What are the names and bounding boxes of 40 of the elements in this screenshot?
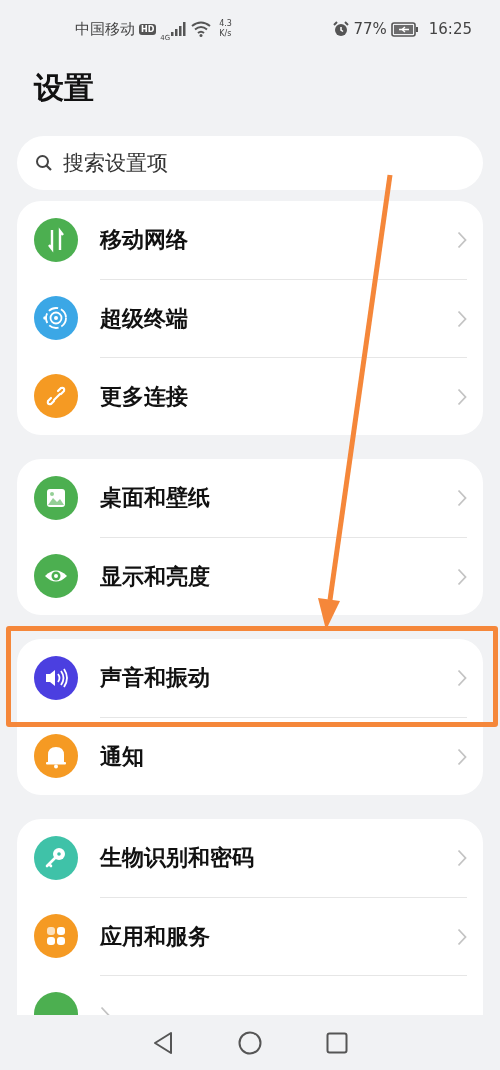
battery-percent: 77% (353, 20, 387, 38)
item-label: 移动网络 (100, 226, 188, 254)
speed-unit: K/s (219, 29, 232, 39)
back-icon[interactable] (152, 1030, 174, 1055)
hd-badge: HD (139, 23, 157, 35)
item-label: 应用和服务 (100, 922, 210, 951)
carrier-name: 中国移动 (75, 19, 135, 39)
settings-item[interactable]: 应用和服务 (17, 897, 483, 975)
settings-item[interactable]: 超级终端 (17, 279, 483, 357)
settings-item[interactable]: 移动网络 (17, 201, 483, 279)
page-title: 设置 (34, 69, 95, 107)
clock-time: 16:25 (428, 20, 472, 38)
settings-item[interactable]: 声音和振动 (17, 639, 483, 717)
chevron-icon (457, 669, 467, 687)
settings-item[interactable]: 更多连接 (17, 357, 483, 435)
item-label: 桌面和壁纸 (100, 484, 210, 512)
settings-item[interactable]: 生物识别和密码 (17, 819, 483, 897)
chevron-icon (457, 927, 467, 946)
recents-icon[interactable] (326, 1031, 348, 1054)
settings-item[interactable]: 桌面和壁纸 (17, 459, 483, 537)
item-label: 声音和振动 (100, 664, 210, 692)
chevron-icon (457, 309, 467, 328)
search-icon (35, 154, 53, 172)
chevron-icon (457, 387, 467, 406)
chevron-icon (457, 231, 467, 249)
search-field[interactable]: 搜索设置项 (17, 136, 483, 190)
chevron-icon (457, 567, 467, 586)
settings-item[interactable]: 通知 (17, 717, 483, 795)
item-label: 显示和亮度 (100, 562, 210, 591)
item-label: 更多连接 (100, 382, 188, 411)
item-label: 通知 (100, 742, 144, 771)
home-icon[interactable] (238, 1030, 262, 1055)
chevron-icon (457, 849, 467, 867)
chevron-icon (457, 747, 467, 766)
chevron-icon (457, 489, 467, 507)
item-label: 生物识别和密码 (100, 844, 254, 872)
signal-icon (171, 22, 188, 36)
speed-value: 4.3 (219, 19, 232, 29)
item-label: 超级终端 (100, 304, 188, 333)
wifi-icon (191, 21, 212, 37)
